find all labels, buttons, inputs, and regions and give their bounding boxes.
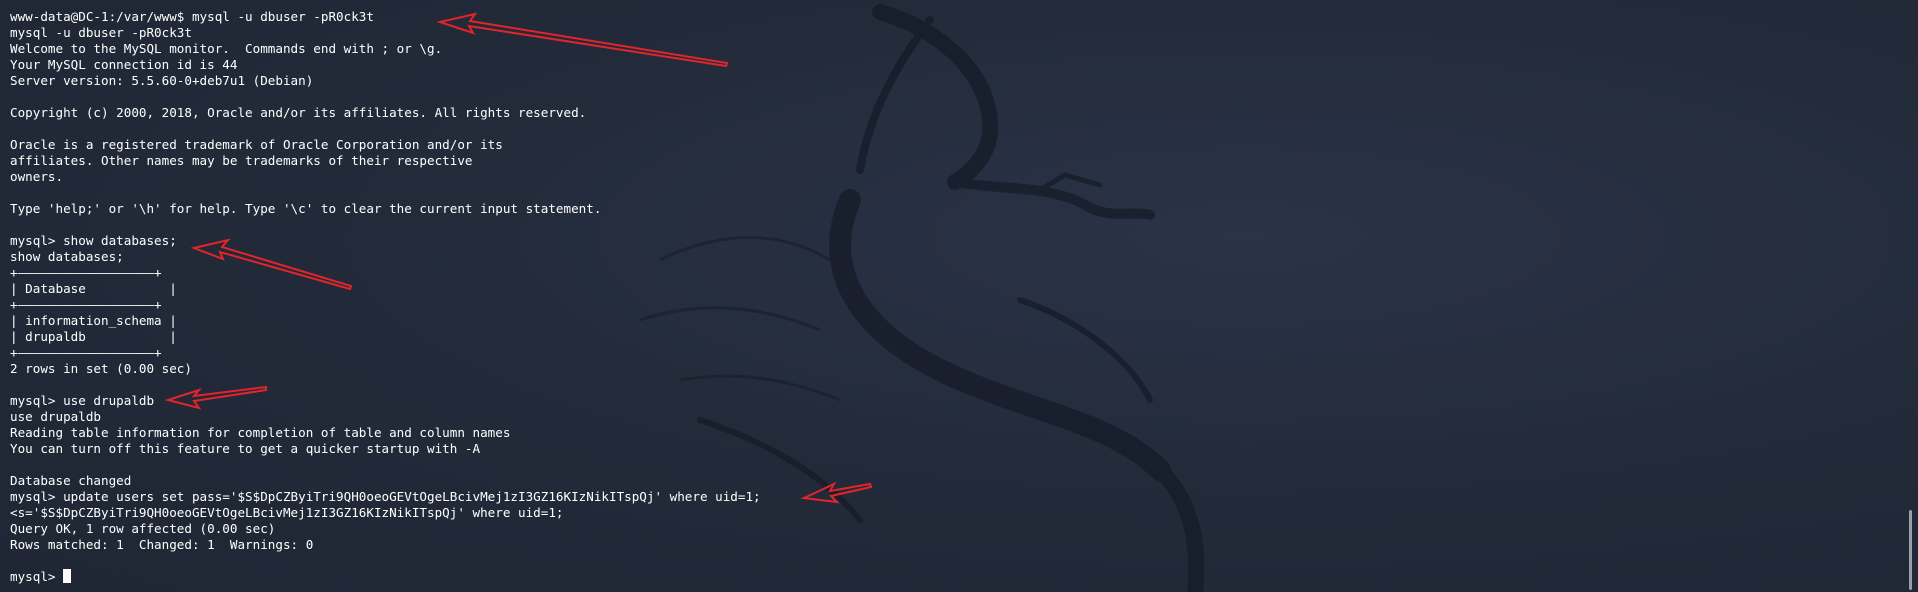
terminal-line: use drupaldb xyxy=(10,409,101,424)
scrollbar[interactable] xyxy=(1909,510,1912,590)
table-border-line: +——————————————————+ xyxy=(10,265,162,280)
terminal-line: You can turn off this feature to get a q… xyxy=(10,441,481,456)
terminal-line: Welcome to the MySQL monitor. Commands e… xyxy=(10,41,443,56)
table-header-line: | Database | xyxy=(10,281,177,296)
prompt-text: mysql> xyxy=(10,569,64,584)
table-row: | information_schema | xyxy=(10,313,177,328)
terminal-window[interactable]: www-data@DC-1:/var/www$ mysql -u dbuser … xyxy=(0,0,1918,592)
terminal-output[interactable]: www-data@DC-1:/var/www$ mysql -u dbuser … xyxy=(10,9,761,585)
terminal-line: affiliates. Other names may be trademark… xyxy=(10,153,473,168)
terminal-line: Database changed xyxy=(10,473,132,488)
table-border-line: +——————————————————+ xyxy=(10,345,162,360)
table-border-line: +——————————————————+ xyxy=(10,297,162,312)
terminal-line: Oracle is a registered trademark of Orac… xyxy=(10,137,503,152)
terminal-line: mysql> show databases; xyxy=(10,233,177,248)
terminal-line: Rows matched: 1 Changed: 1 Warnings: 0 xyxy=(10,537,314,552)
terminal-line: <s='$S$DpCZByiTri9QH0oeoGEVtOgeLBcivMej1… xyxy=(10,505,564,520)
terminal-line: 2 rows in set (0.00 sec) xyxy=(10,361,192,376)
terminal-line: mysql> use drupaldb xyxy=(10,393,155,408)
text-cursor[interactable] xyxy=(63,569,72,583)
terminal-line: show databases; xyxy=(10,249,124,264)
terminal-line: www-data@DC-1:/var/www$ mysql -u dbuser … xyxy=(10,9,374,24)
table-row: | drupaldb | xyxy=(10,329,177,344)
terminal-line: owners. xyxy=(10,169,64,184)
terminal-line: Server version: 5.5.60-0+deb7u1 (Debian) xyxy=(10,73,314,88)
terminal-line: Type 'help;' or '\h' for help. Type '\c'… xyxy=(10,201,602,216)
terminal-line: mysql> update users set pass='$S$DpCZByi… xyxy=(10,489,761,504)
terminal-line: mysql -u dbuser -pR0ck3t xyxy=(10,25,192,40)
terminal-line: Copyright (c) 2000, 2018, Oracle and/or … xyxy=(10,105,587,120)
terminal-line: Query OK, 1 row affected (0.00 sec) xyxy=(10,521,276,536)
terminal-line: Reading table information for completion… xyxy=(10,425,511,440)
prompt-line[interactable]: mysql> xyxy=(10,569,761,585)
terminal-line: Your MySQL connection id is 44 xyxy=(10,57,238,72)
